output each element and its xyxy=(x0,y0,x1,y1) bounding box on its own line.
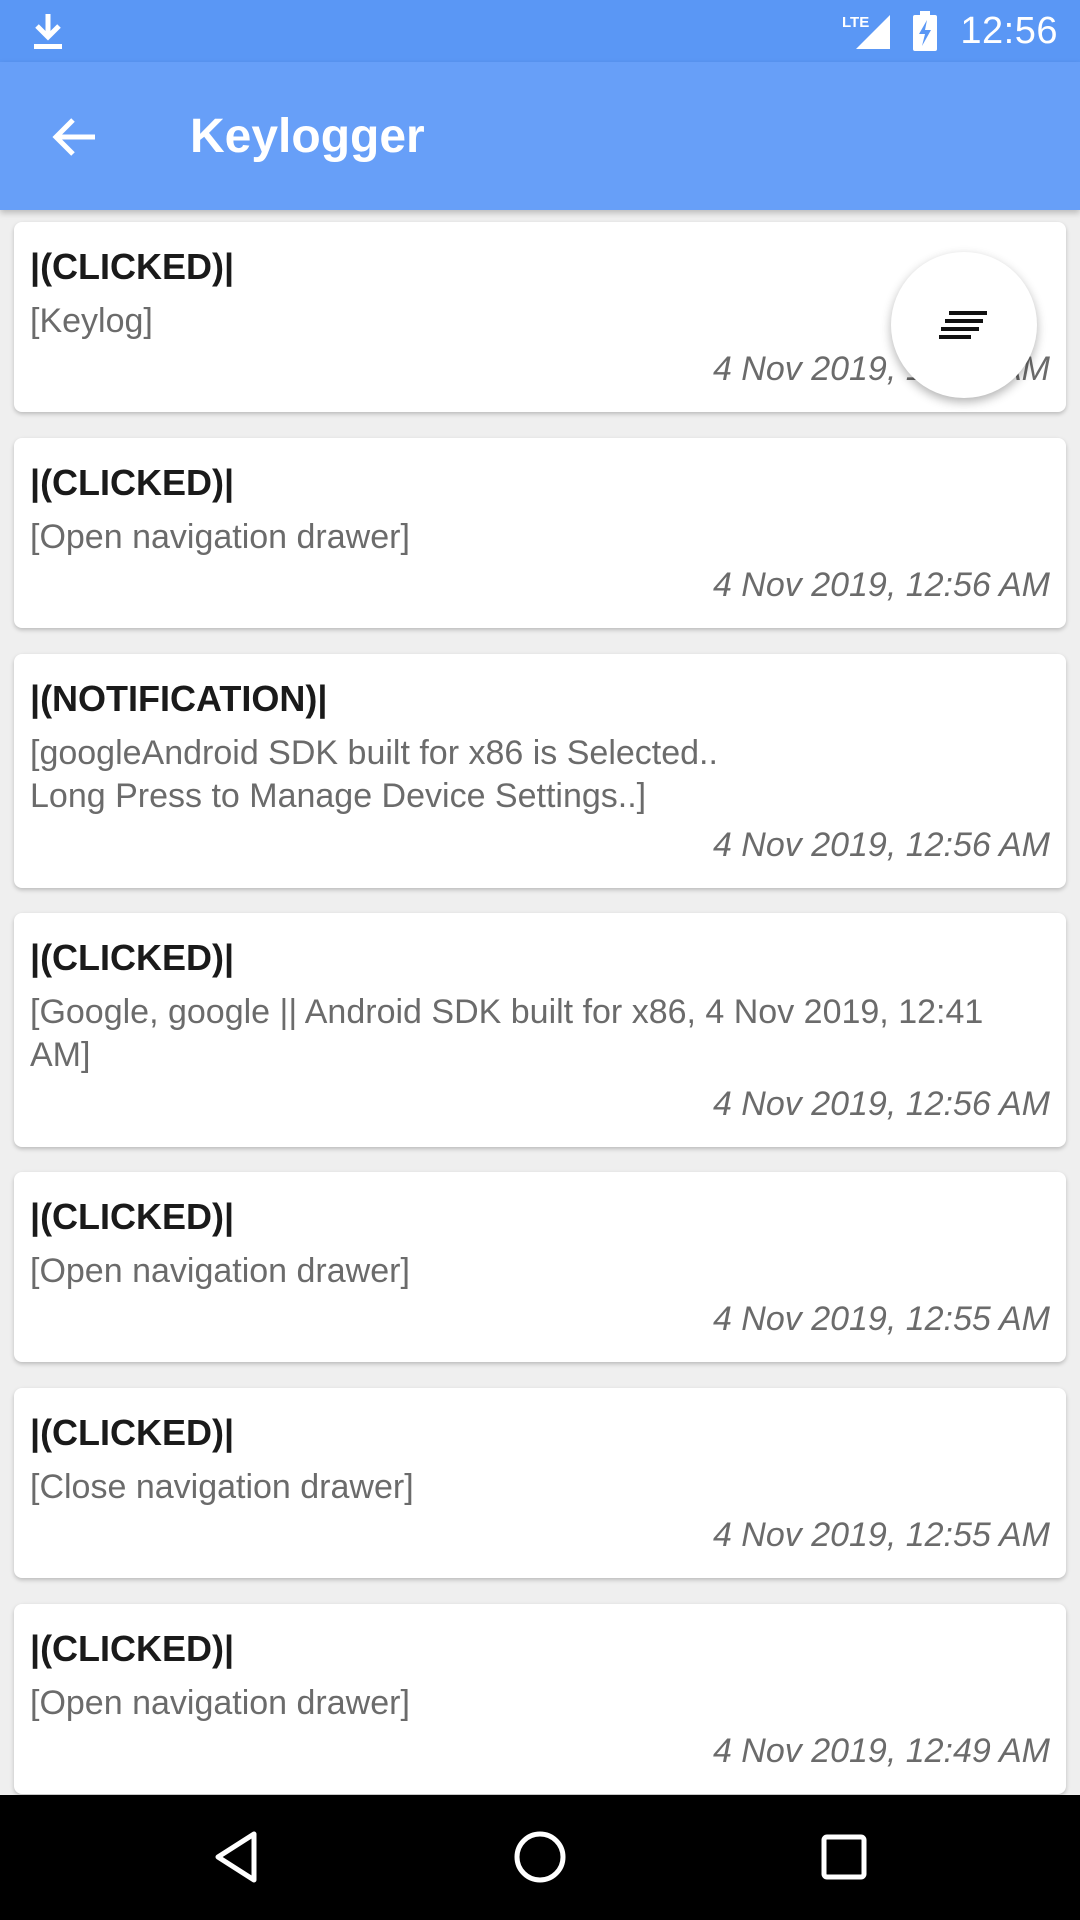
log-type: |(CLICKED)| xyxy=(30,937,235,978)
recents-square-icon xyxy=(821,1834,867,1880)
log-card[interactable]: |(NOTIFICATION)| [googleAndroid SDK buil… xyxy=(14,654,1066,888)
log-type: |(CLICKED)| xyxy=(30,1628,235,1669)
sort-icon xyxy=(939,311,987,339)
log-type: |(NOTIFICATION)| xyxy=(30,678,328,719)
log-time: 4 Nov 2019, 12:49 AM xyxy=(712,1732,1050,1770)
back-button[interactable] xyxy=(38,106,110,168)
log-text: [Close navigation drawer] xyxy=(30,1468,414,1506)
nav-home-button[interactable] xyxy=(500,1817,580,1897)
screen: LTE 12:56 Keylogger |(CLICKED)| [Keylog]… xyxy=(0,0,1080,1920)
log-text: [Google, google || Android SDK built for… xyxy=(30,993,984,1074)
log-type: |(CLICKED)| xyxy=(30,462,235,503)
log-text: [Open navigation drawer] xyxy=(30,1252,410,1290)
log-type: |(CLICKED)| xyxy=(30,246,235,287)
log-text: [Open navigation drawer] xyxy=(30,518,410,556)
log-card[interactable]: |(CLICKED)| [Open navigation drawer] 4 N… xyxy=(14,438,1066,628)
log-time: 4 Nov 2019, 12:56 AM xyxy=(712,566,1050,604)
arrow-back-icon xyxy=(52,118,95,156)
log-card[interactable]: |(CLICKED)| [Google, google || Android S… xyxy=(14,913,1066,1147)
back-triangle-icon xyxy=(215,1831,257,1883)
nav-recents-button[interactable] xyxy=(804,1817,884,1897)
status-time: 12:56 xyxy=(960,9,1058,52)
log-card[interactable]: |(CLICKED)| [Close navigation drawer] 4 … xyxy=(14,1388,1066,1578)
download-icon xyxy=(34,14,62,49)
battery-charging-icon xyxy=(913,11,938,51)
log-text: [Open navigation drawer] xyxy=(30,1684,410,1722)
nav-back-button[interactable] xyxy=(196,1817,276,1897)
status-bar: LTE 12:56 xyxy=(0,0,1080,62)
log-time: 4 Nov 2019, 12:55 AM xyxy=(712,1516,1050,1554)
log-text: [googleAndroid SDK built for x86 is Sele… xyxy=(30,734,718,815)
sort-fab-button[interactable] xyxy=(891,252,1037,398)
log-card[interactable]: |(CLICKED)| [Open navigation drawer] 4 N… xyxy=(14,1172,1066,1362)
log-time: 4 Nov 2019, 12:55 AM xyxy=(712,1300,1050,1338)
log-type: |(CLICKED)| xyxy=(30,1412,235,1453)
log-time: 4 Nov 2019, 12:56 AM xyxy=(712,826,1050,864)
log-card[interactable]: |(CLICKED)| [Open navigation drawer] 4 N… xyxy=(14,1604,1066,1794)
network-type-label: LTE xyxy=(842,14,869,31)
home-circle-icon xyxy=(514,1831,566,1883)
log-type: |(CLICKED)| xyxy=(30,1196,235,1237)
log-list[interactable]: |(CLICKED)| [Keylog] 4 Nov 2019, 12:56 A… xyxy=(0,210,1080,1795)
system-nav-bar xyxy=(0,1795,1080,1920)
status-right: LTE 12:56 xyxy=(842,0,1058,62)
log-time: 4 Nov 2019, 12:56 AM xyxy=(712,1085,1050,1123)
lte-signal-icon: LTE xyxy=(842,14,891,49)
page-title: Keylogger xyxy=(190,110,425,163)
app-bar: Keylogger xyxy=(0,62,1080,210)
